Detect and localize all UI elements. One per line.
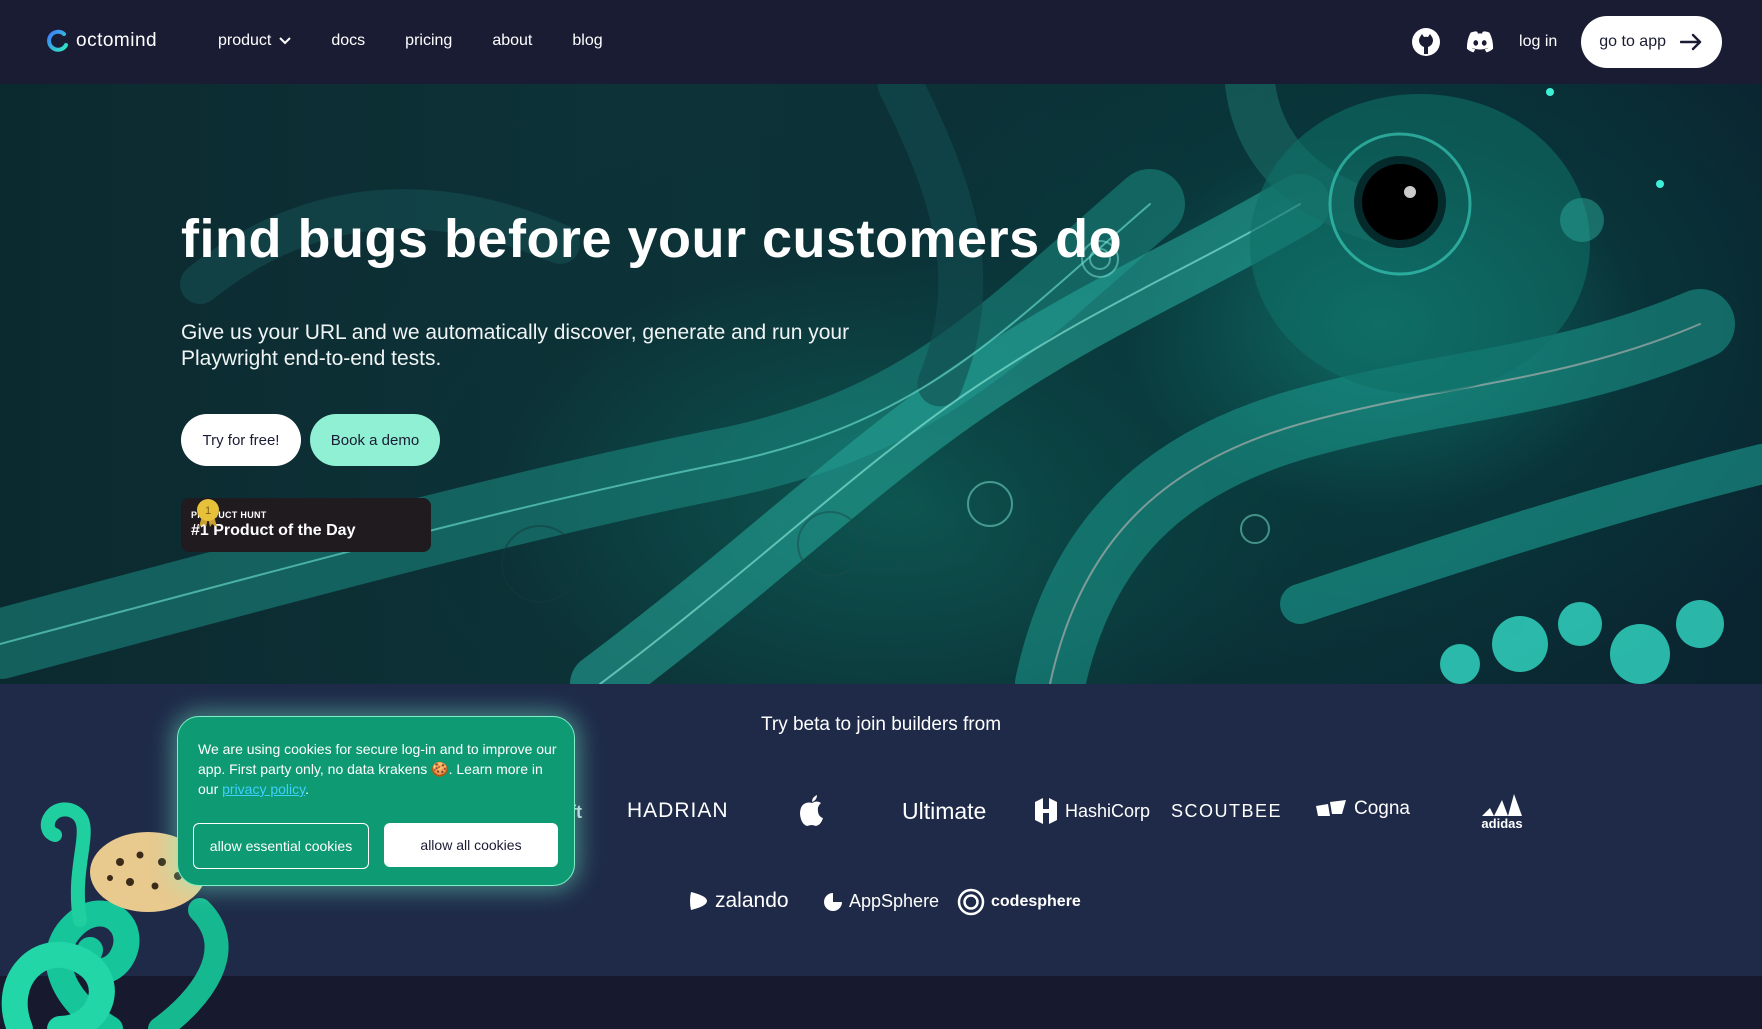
nav-pricing[interactable]: pricing: [405, 32, 452, 50]
brand-appsphere-text: AppSphere: [849, 891, 940, 911]
github-icon[interactable]: [1411, 27, 1441, 57]
chevron-down-icon: [279, 37, 292, 45]
product-hunt-badge[interactable]: 1 PRODUCT HUNT #1 Product of the Day: [181, 498, 431, 552]
brand-ultimate-text: Ultimate: [902, 798, 987, 824]
discord-icon[interactable]: [1465, 27, 1495, 57]
cookie-message: We are using cookies for secure log-in a…: [198, 739, 558, 799]
codesphere-icon: [957, 888, 985, 916]
cookie-banner: We are using cookies for secure log-in a…: [177, 716, 575, 886]
brand-codesphere-text: codesphere: [991, 893, 1081, 910]
nav-product-label: product: [218, 32, 272, 49]
cogna-icon: [1316, 800, 1346, 816]
hero-headline: find bugs before your customers do: [181, 209, 1123, 269]
top-navigation: octomind product docs pricing about blog…: [0, 0, 1762, 84]
octopus-illustration: [0, 84, 1762, 684]
brand-adidas-text: adidas: [1481, 816, 1523, 831]
next-section: [0, 976, 1762, 1029]
privacy-policy-link[interactable]: privacy policy: [222, 781, 305, 797]
brand-logo-codesphere: codesphere: [957, 888, 1081, 916]
appsphere-icon: [824, 892, 842, 911]
brand-hadrian-text: HADRIAN: [627, 799, 729, 822]
book-demo-button[interactable]: Book a demo: [310, 414, 440, 466]
hashicorp-icon: [1035, 798, 1057, 824]
adidas-icon: [1482, 794, 1522, 816]
brand-logo-hashicorp: HashiCorp: [1033, 796, 1150, 826]
nav-blog[interactable]: blog: [572, 32, 602, 50]
allow-all-cookies-button[interactable]: allow all cookies: [384, 823, 558, 867]
hero-subtitle: Give us your URL and we automatically di…: [181, 321, 850, 370]
nav-actions: log in go to app: [1411, 16, 1722, 68]
go-to-app-button[interactable]: go to app: [1581, 16, 1722, 68]
octomind-logo[interactable]: octomind: [44, 28, 157, 54]
apple-icon: [797, 794, 827, 828]
nav-product[interactable]: product: [218, 32, 292, 50]
brand-scoutbee-text: SCOUTBEE: [1171, 801, 1283, 821]
go-to-app-label: go to app: [1599, 33, 1666, 50]
brand-cogna-text: Cogna: [1354, 798, 1410, 819]
brand-hashicorp-text: HashiCorp: [1065, 800, 1151, 821]
octomind-logo-icon: [47, 29, 68, 52]
cookie-message-suffix: .: [305, 781, 310, 797]
nav-about[interactable]: about: [492, 32, 532, 50]
brand-logo-scoutbee: SCOUTBEE: [1171, 801, 1282, 822]
login-link[interactable]: log in: [1519, 33, 1557, 51]
medal-number: 1: [205, 505, 211, 517]
brand-logo-hadrian: HADRIAN: [627, 799, 729, 823]
brand-logo-zalando: zalando: [689, 889, 789, 913]
nav-docs[interactable]: docs: [331, 32, 365, 50]
brand-logo-cogna: Cogna: [1314, 798, 1410, 820]
try-for-free-button[interactable]: Try for free!: [181, 414, 301, 466]
brand-logo-appsphere: AppSphere: [823, 891, 939, 912]
medal-icon: 1: [197, 499, 219, 527]
brand-zalando-text: zalando: [715, 889, 789, 912]
brand-logo-ultimate: Ultimate: [902, 798, 986, 825]
hero-section: find bugs before your customers do Give …: [0, 84, 1762, 684]
allow-essential-cookies-button[interactable]: allow essential cookies: [193, 823, 369, 869]
arrow-right-icon: [1680, 33, 1702, 51]
logo-text: octomind: [76, 30, 158, 51]
zalando-icon: [690, 892, 707, 910]
brand-logo-adidas: adidas: [1476, 794, 1528, 831]
nav-links: product docs pricing about blog: [218, 32, 603, 50]
